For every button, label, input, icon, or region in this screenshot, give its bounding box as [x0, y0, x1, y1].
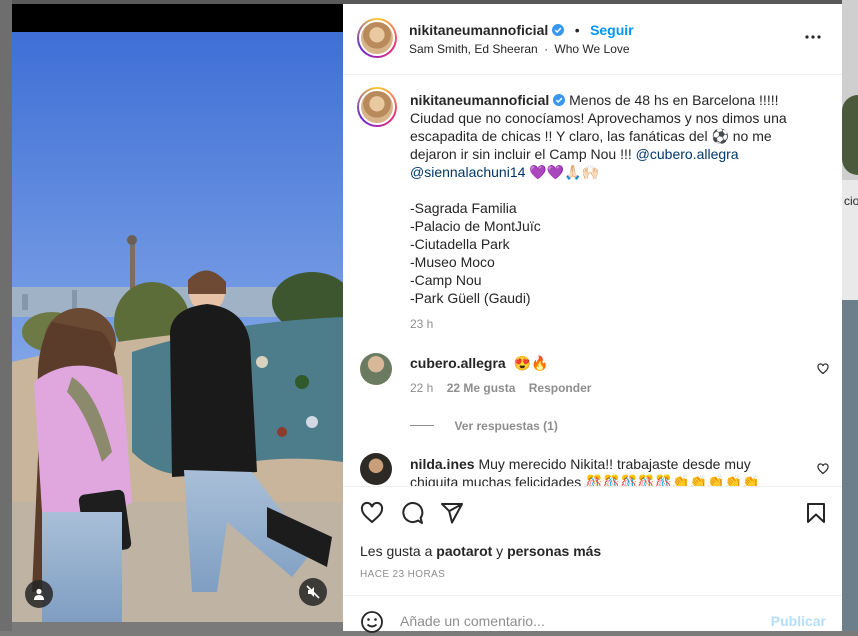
header-title-row: nikitaneumannoficial • Seguir: [409, 22, 634, 40]
comment-body: cubero.allegra 😍🔥: [410, 355, 548, 372]
caption-line: escapadita de chicas !! Y claro, las fan…: [410, 128, 772, 144]
post-header: nikitaneumannoficial • Seguir Sam Smith,…: [343, 4, 842, 75]
heart-icon[interactable]: [817, 363, 829, 375]
author-avatar[interactable]: [357, 18, 397, 58]
heart-icon[interactable]: [360, 501, 384, 525]
mute-toggle-button[interactable]: [299, 578, 327, 606]
author-username[interactable]: nikitaneumannoficial: [409, 22, 548, 38]
backdrop-avatar-fragment: [842, 95, 858, 175]
comment-body: nilda.ines Muy merecido Nikita!! trabaja…: [410, 455, 820, 486]
place-item: -Camp Nou: [410, 272, 482, 288]
comment-composer: Añade un comentario... Publicar: [343, 595, 842, 636]
post-caption: nikitaneumannoficial Menos de 48 hs en B…: [410, 91, 810, 333]
comment-text-continued: chiquita muchas felicidades 🎊🎊🎊🎊🎊👏👏👏👏👏: [410, 474, 760, 486]
caption-mention[interactable]: @siennalachuni14: [410, 164, 525, 180]
commenter-username[interactable]: nilda.ines: [410, 456, 475, 472]
caption-author-avatar[interactable]: [357, 87, 397, 127]
view-replies-button[interactable]: Ver respuestas (1): [410, 417, 558, 435]
audio-artists: Sam Smith, Ed Sheeran: [409, 42, 538, 56]
caption-line: Ciudad que no conocíamos! Aprovechamos y…: [410, 110, 787, 126]
backdrop-text-fragment: cio: [844, 194, 858, 208]
reply-button[interactable]: Responder: [529, 381, 592, 395]
post-details-panel: nikitaneumannoficial • Seguir Sam Smith,…: [343, 4, 842, 633]
commenter-username[interactable]: cubero.allegra: [410, 355, 506, 371]
comment-likes[interactable]: 22 Me gusta: [447, 381, 516, 395]
user-tag-icon: [34, 588, 44, 600]
verified-badge-icon: [552, 24, 565, 36]
commenter-avatar[interactable]: [360, 453, 392, 485]
caption-emojis: 💜💜🙏🏻🙌🏻: [525, 164, 600, 180]
caption-line: Menos de 48 hs en Barcelona !!!!!: [569, 92, 779, 108]
post-timestamp[interactable]: HACE 23 HORAS: [360, 569, 445, 580]
comment-input[interactable]: Añade un comentario...: [400, 613, 545, 629]
verified-badge-icon: [553, 94, 566, 106]
view-replies-line: [410, 425, 434, 427]
heart-icon[interactable]: [817, 463, 829, 475]
caption-time[interactable]: 23 h: [410, 315, 810, 333]
comment-icon[interactable]: [400, 501, 424, 525]
place-item: -Ciutadella Park: [410, 236, 510, 252]
author-avatar-image: [359, 20, 395, 56]
post-image[interactable]: [12, 32, 343, 622]
view-replies-label: Ver respuestas (1): [454, 419, 558, 433]
caption-author-username[interactable]: nikitaneumannoficial: [410, 92, 549, 108]
media-top-bar: [12, 4, 343, 32]
backdrop-left: [0, 0, 12, 631]
audio-separator: ·: [544, 42, 549, 56]
emoji-icon[interactable]: [360, 610, 384, 634]
caption-mention[interactable]: @cubero.allegra: [636, 146, 739, 162]
place-item: -Sagrada Familia: [410, 200, 517, 216]
muted-audio-icon: [306, 585, 320, 599]
share-icon[interactable]: [440, 501, 464, 525]
likes-mid: y: [492, 543, 508, 559]
caption-author-avatar-image: [359, 89, 395, 125]
follow-button[interactable]: Seguir: [590, 22, 634, 38]
comments-list[interactable]: nikitaneumannoficial Menos de 48 hs en B…: [343, 75, 842, 486]
caption-line: dejaron ir sin incluir el Camp Nou !!!: [410, 146, 636, 162]
post-actions: Les gusta a paotarot y personas más HACE…: [343, 486, 842, 633]
bookmark-icon[interactable]: [804, 501, 828, 525]
header-separator: •: [574, 22, 580, 38]
comment-text: 😍🔥: [513, 355, 549, 371]
comment-time[interactable]: 22 h: [410, 381, 433, 395]
more-options-icon[interactable]: [804, 28, 822, 46]
comment-text: Muy merecido Nikita!! trabajaste desde m…: [478, 456, 751, 472]
post-photo-illustration: [12, 32, 343, 622]
audio-attribution[interactable]: Sam Smith, Ed Sheeran · Who We Love: [409, 42, 630, 56]
publish-button[interactable]: Publicar: [771, 613, 826, 629]
commenter-avatar[interactable]: [360, 353, 392, 385]
comment-meta: 22 h 22 Me gusta Responder: [410, 381, 591, 395]
place-item: -Palacio de MontJuïc: [410, 218, 541, 234]
backdrop-right: cio: [842, 0, 858, 631]
likes-prefix: Les gusta a: [360, 543, 437, 559]
audio-title: Who We Love: [554, 42, 630, 56]
place-item: -Park Güell (Gaudi): [410, 290, 531, 306]
likes-summary[interactable]: Les gusta a paotarot y personas más: [360, 543, 601, 559]
likes-rest[interactable]: personas más: [507, 543, 601, 559]
likes-user[interactable]: paotarot: [436, 543, 492, 559]
tagged-users-button[interactable]: [25, 580, 53, 608]
place-item: -Museo Moco: [410, 254, 495, 270]
